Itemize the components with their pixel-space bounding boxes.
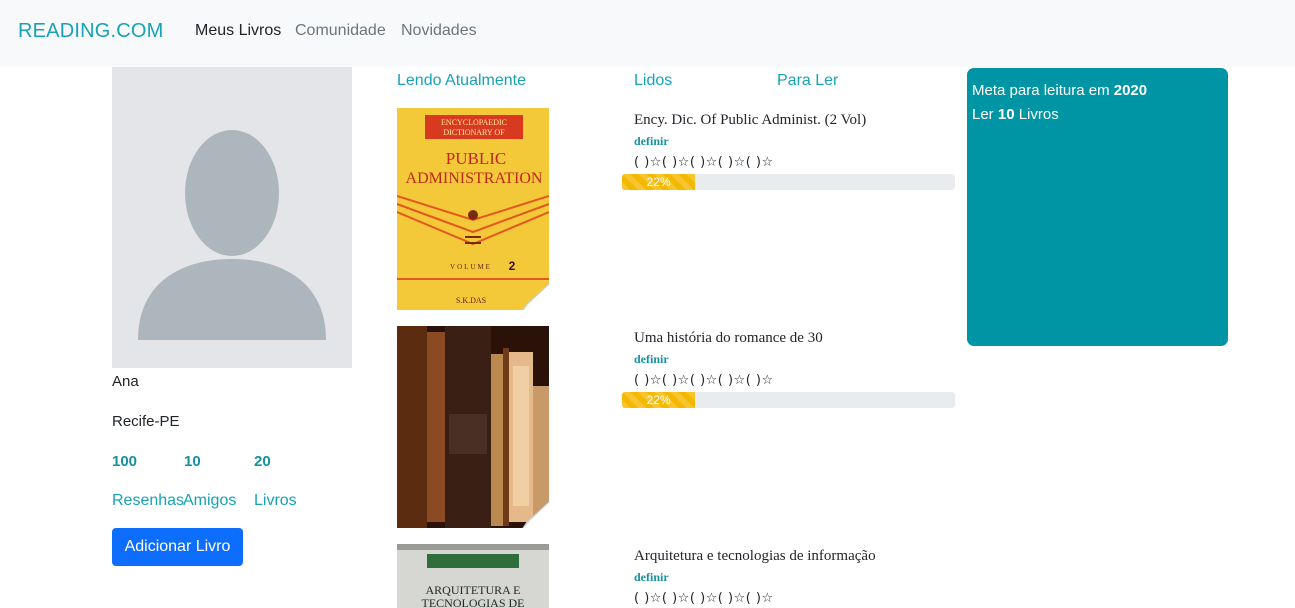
book-cover-3[interactable]: ARQUITETURA E TECNOLOGIAS DE — [397, 544, 549, 608]
svg-text:PUBLIC: PUBLIC — [446, 149, 506, 168]
svg-text:TECNOLOGIAS DE: TECNOLOGIAS DE — [422, 596, 525, 608]
rating-stars-2[interactable]: ( )☆( )☆( )☆( )☆( )☆ — [634, 373, 774, 388]
stat-reviews-link[interactable]: Resenhas — [112, 492, 184, 510]
top-navbar: READING.COM Meus Livros Comunidade Novid… — [0, 0, 1295, 67]
svg-text:ADMINISTRATION: ADMINISTRATION — [406, 170, 543, 187]
brand-logo[interactable]: READING.COM — [18, 20, 164, 43]
goal-count: 10 — [997, 106, 1015, 123]
stat-reviews-count: 100 — [112, 453, 138, 470]
svg-text:ENCYCLOPAEDIC: ENCYCLOPAEDIC — [441, 118, 507, 127]
nav-link-meus-livros[interactable]: Meus Livros — [195, 22, 281, 40]
stat-friends-link[interactable]: Amigos — [183, 492, 236, 510]
add-book-button[interactable]: Adicionar Livro — [112, 528, 243, 566]
reading-progress-2: 22% — [622, 392, 955, 408]
tab-lendo-atualmente[interactable]: Lendo Atualmente — [397, 72, 526, 90]
book-cover-2[interactable] — [397, 326, 549, 528]
profile-location: Recife-PE — [112, 413, 180, 430]
progress-bar-fill-2: 22% — [622, 392, 696, 408]
book-cover-1[interactable]: ENCYCLOPAEDIC DICTIONARY OF PUBLIC ADMIN… — [397, 108, 549, 310]
avatar — [112, 67, 352, 368]
tab-lidos[interactable]: Lidos — [634, 72, 672, 90]
tab-para-ler[interactable]: Para Ler — [777, 72, 838, 90]
reading-progress-1: 22% — [622, 174, 955, 190]
book-title-3[interactable]: Arquitetura e tecnologias de informação — [634, 548, 876, 565]
svg-text:VOLUME: VOLUME — [450, 263, 492, 271]
progress-bar-fill-1: 22% — [622, 174, 696, 190]
svg-text:2: 2 — [509, 259, 516, 273]
book-title-2[interactable]: Uma história do romance de 30 — [634, 330, 823, 347]
rating-define-link-1[interactable]: definir — [634, 134, 669, 149]
goal-count-line: Ler 10 Livros — [972, 106, 1059, 123]
rating-define-link-3[interactable]: definir — [634, 570, 669, 585]
stat-books-count: 20 — [254, 453, 271, 470]
nav-link-novidades[interactable]: Novidades — [401, 22, 477, 40]
user-placeholder-icon — [138, 130, 326, 340]
goal-year: 2020 — [1113, 82, 1148, 99]
nav-link-comunidade[interactable]: Comunidade — [295, 22, 386, 40]
svg-text:ARQUITETURA E: ARQUITETURA E — [426, 583, 521, 597]
goal-year-line: Meta para leitura em 2020 — [972, 82, 1148, 99]
svg-text:S.K.DAS: S.K.DAS — [456, 296, 486, 305]
reading-goal-card: Meta para leitura em 2020 Ler 10 Livros — [967, 68, 1228, 346]
stat-friends-count: 10 — [184, 453, 201, 470]
book-title-1[interactable]: Ency. Dic. Of Public Administ. (2 Vol) — [634, 112, 866, 129]
rating-define-link-2[interactable]: definir — [634, 352, 669, 367]
profile-name: Ana — [112, 373, 139, 390]
stat-books-link[interactable]: Livros — [254, 492, 297, 510]
rating-stars-1[interactable]: ( )☆( )☆( )☆( )☆( )☆ — [634, 155, 774, 170]
rating-stars-3[interactable]: ( )☆( )☆( )☆( )☆( )☆ — [634, 591, 774, 606]
svg-text:DICTIONARY OF: DICTIONARY OF — [443, 128, 505, 137]
